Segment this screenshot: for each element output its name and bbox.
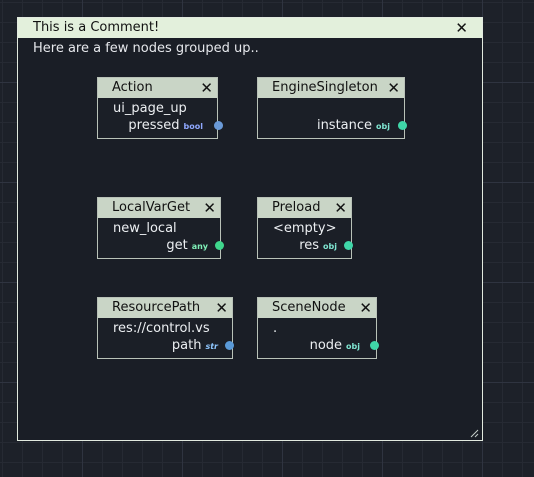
- close-icon[interactable]: ✕: [215, 298, 228, 318]
- node-local-var-get[interactable]: LocalVarGet ✕ new_local get any: [97, 197, 224, 259]
- output-port[interactable]: [225, 341, 234, 350]
- node-output: pressed bool: [128, 118, 203, 133]
- node-scene-node[interactable]: SceneNode ✕ . node obj: [257, 297, 379, 359]
- node-preload[interactable]: Preload ✕ <empty> res obj: [257, 197, 353, 259]
- output-port[interactable]: [398, 121, 407, 130]
- node-header[interactable]: Preload ✕: [258, 198, 351, 218]
- close-icon[interactable]: ✕: [334, 198, 347, 218]
- type-badge: obj: [323, 242, 337, 251]
- output-label: pressed: [128, 118, 180, 133]
- output-label: node: [309, 338, 343, 353]
- node-input-value: res://control.vs: [113, 321, 210, 336]
- node-title: SceneNode: [272, 300, 346, 315]
- comment-box[interactable]: This is a Comment! ✕ Here are a few node…: [17, 17, 483, 441]
- node-action[interactable]: Action ✕ ui_page_up pressed bool: [97, 77, 223, 139]
- node-title: EngineSingleton: [272, 80, 378, 95]
- node-header[interactable]: ResourcePath ✕: [98, 298, 232, 318]
- close-icon[interactable]: ✕: [387, 78, 400, 98]
- node-header[interactable]: LocalVarGet ✕: [98, 198, 220, 218]
- output-port[interactable]: [215, 241, 224, 250]
- type-badge: obj: [376, 122, 390, 131]
- node-header[interactable]: EngineSingleton ✕: [258, 78, 404, 98]
- node-output: path str: [172, 338, 218, 353]
- type-badge: str: [205, 342, 218, 351]
- output-label: get: [166, 238, 188, 253]
- close-icon[interactable]: ✕: [359, 298, 372, 318]
- comment-title: This is a Comment!: [33, 20, 160, 35]
- output-port[interactable]: [370, 341, 379, 350]
- node-input-value: ui_page_up: [113, 101, 187, 116]
- node-header[interactable]: SceneNode ✕: [258, 298, 376, 318]
- close-icon[interactable]: ✕: [455, 19, 468, 37]
- resize-grip-icon[interactable]: [469, 428, 479, 438]
- node-title: ResourcePath: [112, 300, 201, 315]
- type-badge: any: [191, 242, 208, 251]
- node-header[interactable]: Action ✕: [98, 78, 217, 98]
- node-resource-path[interactable]: ResourcePath ✕ res://control.vs path str: [97, 297, 234, 359]
- output-label: path: [171, 338, 202, 353]
- node-output: res obj: [299, 238, 337, 253]
- close-icon[interactable]: ✕: [200, 78, 213, 98]
- type-badge: obj: [346, 342, 360, 351]
- node-output: node obj: [310, 338, 360, 353]
- node-title: Action: [112, 80, 153, 95]
- output-port[interactable]: [344, 241, 353, 250]
- comment-text: Here are a few nodes grouped up..: [33, 41, 259, 56]
- type-badge: bool: [183, 122, 203, 131]
- node-input-value: <empty>: [273, 221, 337, 236]
- comment-title-bar[interactable]: This is a Comment! ✕: [18, 18, 482, 38]
- node-input-value: .: [273, 321, 278, 336]
- node-title: Preload: [272, 200, 321, 215]
- node-engine-singleton[interactable]: EngineSingleton ✕ instance obj: [257, 77, 407, 139]
- node-title: LocalVarGet: [112, 200, 191, 215]
- close-icon[interactable]: ✕: [203, 198, 216, 218]
- output-port[interactable]: [214, 121, 223, 130]
- node-output: instance obj: [317, 118, 390, 133]
- node-input-value: new_local: [113, 221, 177, 236]
- output-label: res: [299, 238, 320, 253]
- output-label: instance: [316, 118, 373, 133]
- node-output: get any: [166, 238, 208, 253]
